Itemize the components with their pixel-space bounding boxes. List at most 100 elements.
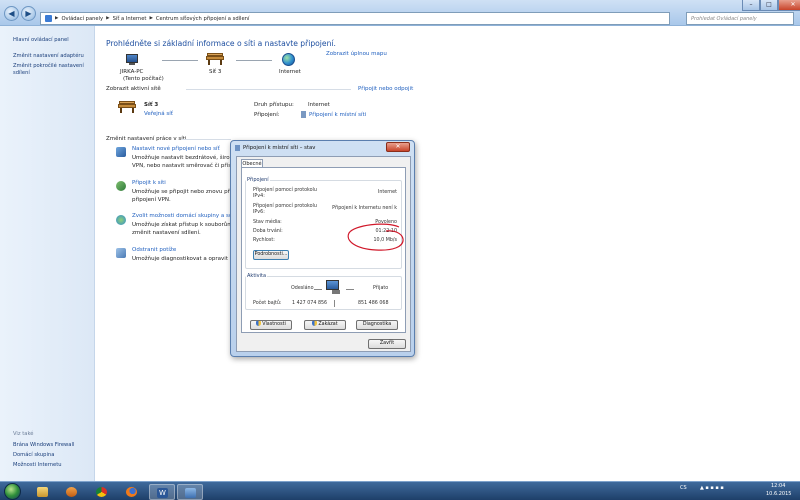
taskbar-network-center[interactable] — [177, 484, 203, 500]
back-button[interactable]: ◀ — [4, 6, 19, 21]
internet-globe-icon — [282, 53, 295, 66]
clock-time[interactable]: 12:04 — [771, 483, 785, 489]
dialog-close-button[interactable]: ✕ — [386, 142, 410, 152]
network-bench-icon — [118, 101, 136, 113]
maximize-button[interactable]: □ — [760, 0, 778, 11]
taskbar-explorer[interactable] — [30, 484, 56, 500]
taskbar-chrome[interactable] — [89, 484, 115, 500]
advanced-sharing-link-cont[interactable]: sdílení — [13, 70, 30, 77]
activity-divider — [334, 300, 335, 307]
clock-date[interactable]: 10.6.2015 — [766, 491, 791, 497]
chevron-right-icon: ▶ — [55, 16, 59, 21]
breadcrumb-network-center[interactable]: Centrum síťových připojení a sdílení — [156, 16, 250, 22]
sent-label: Odesláno — [291, 286, 314, 291]
properties-button[interactable]: Vlastnosti — [250, 320, 292, 330]
window-controls: – □ ✕ — [742, 0, 800, 11]
access-type-label: Druh přístupu: — [254, 102, 294, 108]
left-pane: Hlavní ovládací panel Změnit nastavení a… — [0, 26, 95, 481]
access-type-value: Internet — [308, 102, 330, 108]
folder-icon — [37, 487, 48, 497]
task-connect[interactable]: Připojit k síti — [132, 180, 166, 186]
disable-button[interactable]: Zakázat — [304, 320, 346, 330]
divider — [181, 139, 231, 140]
task-desc: Umožňuje nastavit bezdrátové, širokop — [132, 155, 240, 161]
dialog-body: Obecné Připojení Připojení pomocí protok… — [236, 156, 411, 352]
change-adapter-link[interactable]: Změnit nastavení adaptéru — [13, 53, 84, 60]
connect-disconnect-link[interactable]: Připojit nebo odpojit — [358, 86, 413, 92]
forward-button[interactable]: ▶ — [21, 6, 36, 21]
word-icon: W — [157, 488, 168, 498]
network-computers-icon-base — [332, 290, 340, 294]
activity-group-label: Aktivita — [246, 273, 268, 279]
close-button[interactable]: ✕ — [778, 0, 800, 11]
active-network-name: Síť 3 — [144, 102, 159, 108]
active-networks-title: Zobrazit aktivní sítě — [106, 86, 161, 92]
breadcrumb-control-panel[interactable]: Ovládací panely — [61, 16, 103, 22]
network-type-link[interactable]: Veřejná síť — [144, 111, 173, 117]
computer-icon — [124, 54, 140, 66]
advanced-sharing-link[interactable]: Změnit pokročilé nastavení — [13, 63, 84, 70]
task-desc: připojení VPN. — [132, 197, 171, 203]
minimize-button[interactable]: – — [742, 0, 760, 11]
uac-shield-icon — [256, 321, 262, 326]
network-adapter-icon — [301, 111, 306, 118]
search-input[interactable]: Prohledat Ovládací panely — [686, 12, 794, 25]
control-panel-icon — [185, 488, 196, 498]
media-state-label: Stav média: — [253, 220, 282, 225]
internet-options-link[interactable]: Možnosti Internetu — [13, 462, 62, 469]
taskbar-media-player[interactable] — [59, 484, 85, 500]
tray-icons[interactable]: ▲ ▪ ▪ ▪ ▪ — [700, 485, 724, 491]
home-link[interactable]: Hlavní ovládací panel — [13, 37, 69, 44]
pc-name: JIRKA-PC — [120, 69, 144, 75]
dialog-title: Připojení k místní síti – stav — [243, 145, 316, 151]
title-address-bar: ◀ ▶ ▶ Ovládací panely ▶ Síť a Internet ▶… — [0, 0, 800, 26]
ipv6-value: Připojení k Internetu není k — [332, 206, 397, 211]
troubleshoot-icon — [116, 248, 126, 258]
main-content: Prohlédněte si základní informace o síti… — [96, 26, 800, 481]
network-bench-icon — [206, 53, 224, 65]
dialog-close-bottom-button[interactable]: Zavřít — [368, 339, 406, 349]
status-dialog: Připojení k místní síti – stav ✕ Obecné … — [230, 140, 415, 357]
media-player-icon — [66, 487, 77, 497]
task-desc: Umožňuje se připojit nebo znovu připoj — [132, 189, 240, 195]
map-connector — [162, 60, 198, 61]
bytes-sent-value: 1 427 074 856 — [292, 301, 328, 306]
speed-label: Rychlost: — [253, 238, 275, 243]
taskbar-word[interactable]: W — [149, 484, 175, 500]
details-button[interactable]: Podrobnosti... — [253, 250, 289, 260]
bytes-received-value: 851 486 068 — [358, 301, 389, 306]
task-troubleshoot[interactable]: Odstranit potíže — [132, 247, 176, 253]
task-new-connection[interactable]: Nastavit nové připojení nebo síť — [132, 146, 220, 152]
ipv4-value: Internet — [377, 190, 397, 195]
address-bar[interactable]: ▶ Ovládací panely ▶ Síť a Internet ▶ Cen… — [40, 12, 670, 25]
taskbar-firefox[interactable] — [119, 484, 145, 500]
breadcrumb-network-internet[interactable]: Síť a Internet — [113, 16, 147, 22]
connection-group-label: Připojení — [246, 177, 270, 183]
activity-line — [314, 289, 322, 290]
bytes-label: Počet bajtů: — [253, 301, 282, 306]
connect-network-icon — [116, 181, 126, 191]
chevron-right-icon: ▶ — [149, 16, 153, 21]
firefox-icon — [126, 487, 137, 497]
network-adapter-icon — [235, 145, 240, 151]
task-homegroup[interactable]: Zvolit možnosti domácí skupiny a sdíle — [132, 213, 239, 219]
red-annotation-ellipse — [347, 223, 404, 251]
firewall-link[interactable]: Brána Windows Firewall — [13, 442, 74, 449]
activity-line — [346, 289, 354, 290]
homegroup-icon — [116, 215, 126, 225]
map-network-label: Síť 3 — [209, 69, 222, 75]
start-button[interactable] — [4, 483, 21, 500]
map-internet-label: Internet — [279, 69, 301, 75]
chevron-right-icon: ▶ — [106, 16, 110, 21]
network-computers-icon — [326, 280, 339, 290]
received-label: Přijato — [373, 286, 389, 291]
connections-label: Připojení: — [254, 112, 280, 118]
full-map-link[interactable]: Zobrazit úplnou mapu — [326, 51, 387, 57]
homegroup-link[interactable]: Domácí skupina — [13, 452, 54, 459]
pc-sub: (Tento počítač) — [123, 76, 164, 82]
language-indicator[interactable]: CS — [680, 485, 687, 491]
local-connection-link[interactable]: Připojení k místní síti — [309, 112, 366, 118]
diagnose-button[interactable]: Diagnostika — [356, 320, 398, 330]
see-also-title: Viz také — [13, 431, 34, 437]
ipv6-label: Připojení pomocí protokolu IPv6: — [253, 204, 317, 215]
